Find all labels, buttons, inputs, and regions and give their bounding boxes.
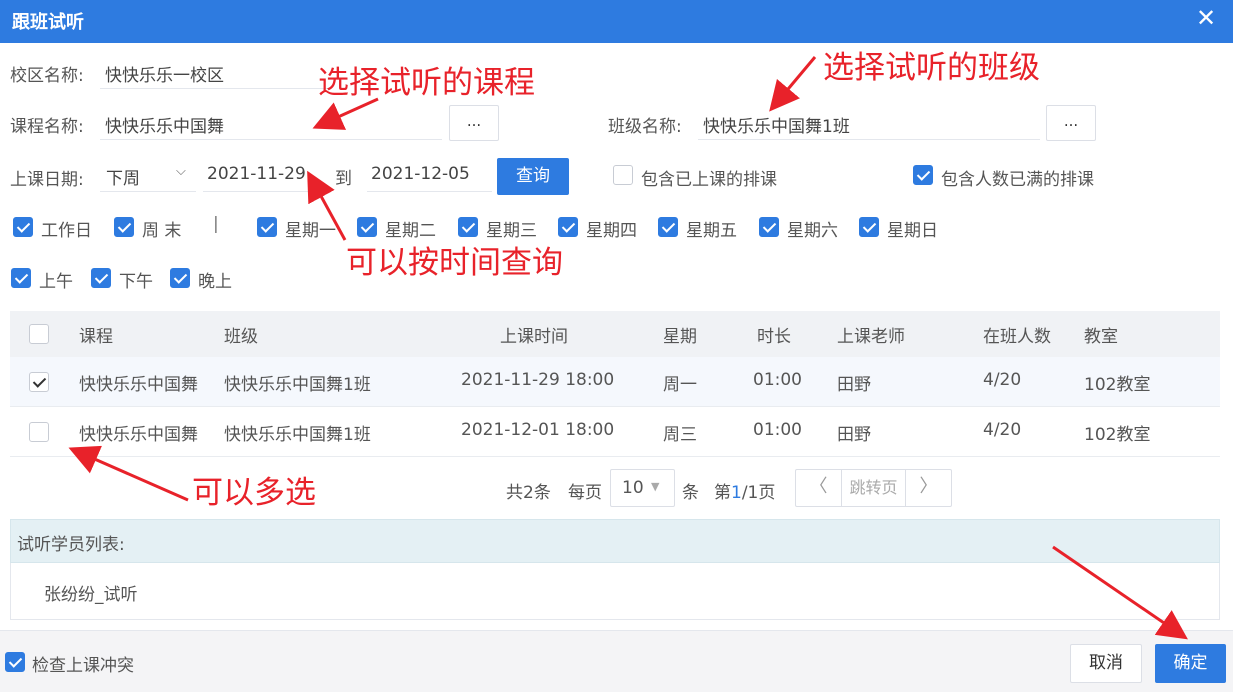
arrow-course xyxy=(312,97,379,130)
arrow-class xyxy=(769,56,817,112)
arrow-time xyxy=(307,170,347,241)
annotation-arrows xyxy=(68,56,1188,640)
arrow-multi xyxy=(68,445,189,502)
arrow-ok xyxy=(1052,545,1188,640)
